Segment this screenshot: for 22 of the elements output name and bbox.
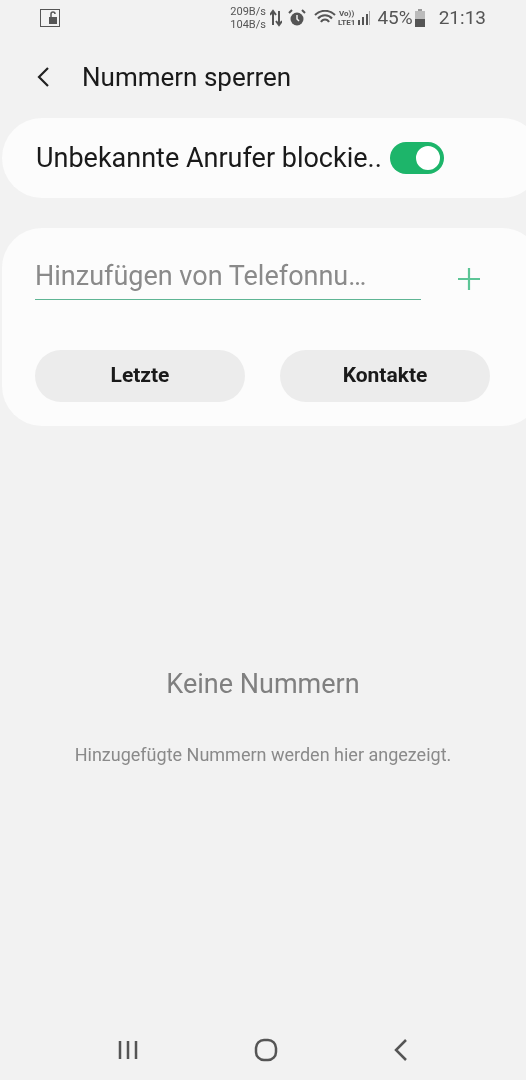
empty-title: Keine Nummern xyxy=(166,667,360,702)
back-icon[interactable] xyxy=(392,1038,409,1062)
toggle-switch[interactable] xyxy=(389,142,444,174)
page-title: Nummern sperren xyxy=(82,60,292,94)
volte-label: Vo)) xyxy=(339,9,355,18)
home-icon[interactable] xyxy=(254,1038,278,1062)
clock-time: 21:13 xyxy=(438,4,486,31)
network-label: LTE1 xyxy=(337,18,356,27)
battery-percent: 45% xyxy=(377,4,413,31)
upload-speed: 209B/s xyxy=(230,5,266,18)
recent-apps-icon[interactable] xyxy=(117,1040,140,1060)
phone-number-field[interactable]: Hinzufügen von Telefonnu… xyxy=(35,252,421,300)
empty-message: Hinzugefügte Nummern werden hier angezeigt. xyxy=(74,742,452,767)
battery-icon xyxy=(414,9,425,27)
data-arrows-icon xyxy=(269,9,282,27)
pill-button[interactable]: Kontakte xyxy=(280,350,490,402)
setting-label: Unbekannte Anrufer blockie.. xyxy=(36,140,382,176)
signal-icon xyxy=(357,11,372,25)
lock-icon xyxy=(40,9,60,27)
pill-button[interactable]: Letzte xyxy=(35,350,245,402)
alarm-icon xyxy=(287,9,306,27)
download-speed: 104B/s xyxy=(230,18,266,31)
